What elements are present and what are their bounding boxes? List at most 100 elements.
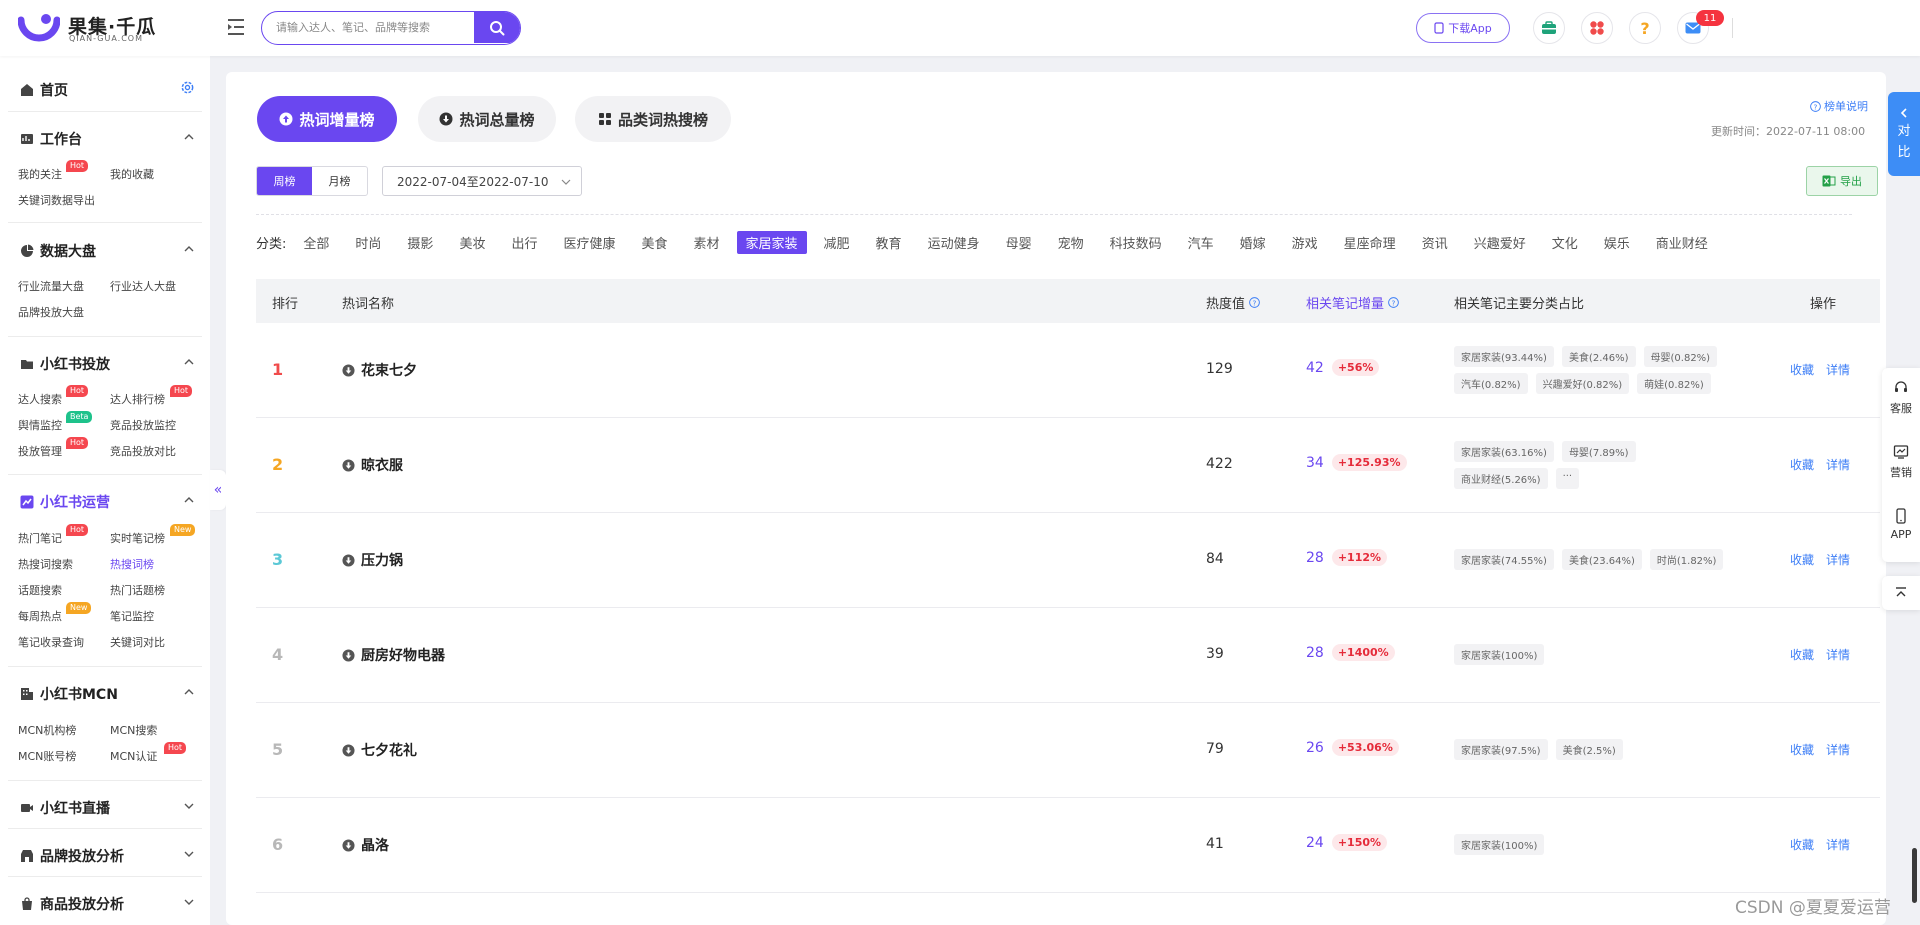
tab-category-hotsearch[interactable]: 品类词热搜榜	[575, 96, 731, 142]
category-item[interactable]: 文化	[1543, 231, 1587, 254]
sidebar-item-industry-traffic[interactable]: 行业流量大盘	[18, 278, 84, 294]
ranking-help-link[interactable]: ? 榜单说明	[1810, 98, 1868, 114]
category-item[interactable]: 教育	[867, 231, 911, 254]
category-item[interactable]: 全部	[294, 231, 338, 254]
detail-link[interactable]: 详情	[1826, 836, 1850, 853]
sidebar-section-workbench[interactable]: 工作台	[20, 129, 82, 149]
category-item[interactable]: 宠物	[1049, 231, 1093, 254]
detail-link[interactable]: 详情	[1826, 741, 1850, 758]
logo[interactable]: 果集·千瓜 QIAN-GUA.COM	[18, 10, 168, 46]
download-app-button[interactable]: 下载App	[1416, 13, 1510, 43]
sidebar-item-kol-search[interactable]: 达人搜索	[18, 391, 62, 407]
period-week[interactable]: 周榜	[257, 167, 312, 195]
keyword-link[interactable]: 晾衣服	[342, 455, 403, 475]
keyword-link[interactable]: 七夕花礼	[342, 740, 417, 760]
collect-link[interactable]: 收藏	[1790, 456, 1814, 473]
sidebar-item-sentiment[interactable]: 舆情监控	[18, 417, 62, 433]
category-item[interactable]: 婚嫁	[1231, 231, 1275, 254]
detail-link[interactable]: 详情	[1826, 456, 1850, 473]
category-item[interactable]: 减肥	[815, 231, 859, 254]
sidebar-item-placement-manage[interactable]: 投放管理	[18, 443, 62, 459]
category-item[interactable]: 资讯	[1413, 231, 1457, 254]
back-to-top-button[interactable]	[1882, 576, 1920, 610]
collect-link[interactable]: 收藏	[1790, 361, 1814, 378]
sidebar-item-my-follow[interactable]: 我的关注	[18, 166, 62, 182]
sidebar-item-keyword-compare[interactable]: 关键词对比	[110, 634, 165, 650]
category-item[interactable]: 星座命理	[1335, 231, 1405, 254]
sidebar-item-hot-notes[interactable]: 热门笔记	[18, 530, 62, 546]
sidebar-item-mcn-certify[interactable]: MCN认证	[110, 748, 157, 764]
sidebar-item-my-collection[interactable]: 我的收藏	[110, 166, 154, 182]
apps-button[interactable]	[1581, 12, 1613, 44]
category-item[interactable]: 商业财经	[1647, 231, 1717, 254]
collect-link[interactable]: 收藏	[1790, 741, 1814, 758]
category-item[interactable]: 医疗健康	[554, 231, 624, 254]
sidebar-item-mcn-accounts[interactable]: MCN账号榜	[18, 748, 76, 764]
export-button[interactable]: 导出	[1806, 166, 1878, 196]
help-button[interactable]: ?	[1629, 12, 1661, 44]
category-item-selected[interactable]: 家居家装	[736, 230, 807, 254]
menu-toggle-icon[interactable]	[226, 16, 246, 38]
messages-button[interactable]: 11	[1677, 10, 1724, 44]
category-item[interactable]: 美妆	[450, 231, 494, 254]
category-item[interactable]: 摄影	[398, 231, 442, 254]
sidebar-item-competitor-monitor[interactable]: 竞品投放监控	[110, 417, 176, 433]
sidebar-home[interactable]: 首页	[20, 80, 68, 100]
sidebar-item-weekly-hotspot[interactable]: 每周热点	[18, 608, 62, 624]
date-range-select[interactable]: 2022-07-04至2022-07-10	[382, 166, 582, 196]
distribution-chip[interactable]: ···	[1555, 468, 1580, 489]
tab-hotword-increase[interactable]: 热词增量榜	[257, 96, 397, 142]
category-item[interactable]: 游戏	[1283, 231, 1327, 254]
category-item[interactable]: 美食	[632, 231, 676, 254]
sidebar-item-note-monitor[interactable]: 笔记监控	[110, 608, 154, 624]
sidebar-collapse-handle[interactable]: «	[210, 470, 226, 510]
category-item[interactable]: 娱乐	[1595, 231, 1639, 254]
sidebar-item-hot-topics[interactable]: 热门话题榜	[110, 582, 165, 598]
search-input[interactable]	[262, 12, 476, 43]
sidebar-item-topic-search[interactable]: 话题搜索	[18, 582, 62, 598]
app-button[interactable]: APP	[1882, 508, 1920, 541]
detail-link[interactable]: 详情	[1826, 646, 1850, 663]
category-item[interactable]: 科技数码	[1101, 231, 1171, 254]
th-heat[interactable]: 热度值 ?	[1206, 293, 1260, 312]
detail-link[interactable]: 详情	[1826, 361, 1850, 378]
chevron-down-icon[interactable]	[182, 799, 196, 813]
sidebar-item-hotword-ranking[interactable]: 热搜词榜	[110, 556, 154, 572]
category-item[interactable]: 时尚	[346, 231, 390, 254]
customer-service-button[interactable]: 客服	[1882, 380, 1920, 416]
category-item[interactable]: 兴趣爱好	[1465, 231, 1535, 254]
th-increase[interactable]: 相关笔记增量 ?	[1306, 293, 1399, 312]
marketing-button[interactable]: 营销	[1882, 444, 1920, 480]
sidebar-section-xhs-live[interactable]: 小红书直播	[20, 798, 110, 818]
sidebar-item-keyword-export[interactable]: 关键词数据导出	[18, 192, 95, 208]
category-item[interactable]: 汽车	[1179, 231, 1223, 254]
settings-icon[interactable]	[180, 80, 195, 95]
category-item[interactable]: 母婴	[997, 231, 1041, 254]
sidebar-section-xhs-placement[interactable]: 小红书投放	[20, 354, 110, 374]
category-item[interactable]: 素材	[685, 231, 729, 254]
category-item[interactable]: 运动健身	[919, 231, 989, 254]
sidebar-item-realtime-notes[interactable]: 实时笔记榜	[110, 530, 165, 546]
sidebar-item-industry-kol[interactable]: 行业达人大盘	[110, 278, 176, 294]
chevron-up-icon[interactable]	[182, 130, 196, 144]
collect-link[interactable]: 收藏	[1790, 551, 1814, 568]
search-button[interactable]	[474, 12, 520, 43]
chevron-down-icon[interactable]	[182, 895, 196, 909]
period-month[interactable]: 月榜	[312, 167, 367, 195]
chevron-up-icon[interactable]	[182, 685, 196, 699]
detail-link[interactable]: 详情	[1826, 551, 1850, 568]
keyword-link[interactable]: 花束七夕	[342, 360, 417, 380]
scrollbar-thumb[interactable]	[1912, 848, 1917, 903]
keyword-link[interactable]: 厨房好物电器	[342, 645, 445, 665]
sidebar-section-brand-analysis[interactable]: 品牌投放分析	[20, 846, 124, 866]
sidebar-item-mcn-ranking[interactable]: MCN机构榜	[18, 722, 76, 738]
collect-link[interactable]: 收藏	[1790, 836, 1814, 853]
chevron-up-icon[interactable]	[182, 242, 196, 256]
sidebar-item-mcn-search[interactable]: MCN搜索	[110, 722, 157, 738]
sidebar-section-product-analysis[interactable]: 商品投放分析	[20, 894, 124, 914]
sidebar-section-xhs-mcn[interactable]: 小红书MCN	[20, 684, 118, 704]
keyword-link[interactable]: 晶洛	[342, 835, 389, 855]
sidebar-item-kol-ranking[interactable]: 达人排行榜	[110, 391, 165, 407]
category-item[interactable]: 出行	[502, 231, 546, 254]
sidebar-section-data-board[interactable]: 数据大盘	[20, 241, 96, 261]
